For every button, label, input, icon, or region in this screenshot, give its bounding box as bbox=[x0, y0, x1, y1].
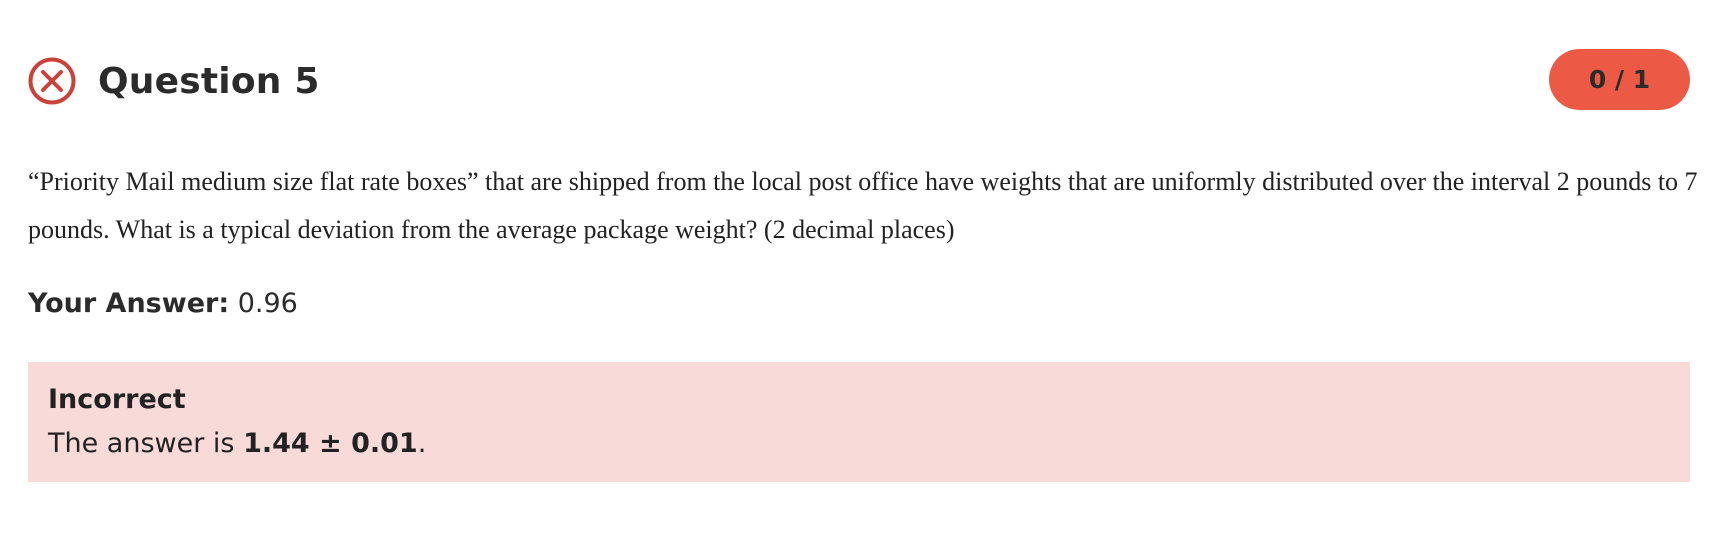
question-title: Question 5 bbox=[98, 60, 320, 102]
feedback-title: Incorrect bbox=[48, 384, 186, 415]
your-answer-label: Your Answer: bbox=[28, 288, 230, 319]
feedback-answer-line: The answer is 1.44 ± 0.01. bbox=[48, 428, 426, 459]
feedback-suffix: . bbox=[417, 428, 427, 459]
feedback-box: Incorrect The answer is 1.44 ± 0.01. bbox=[28, 362, 1690, 482]
x-circle-icon bbox=[28, 57, 76, 105]
correct-answer-value: 1.44 ± 0.01 bbox=[243, 428, 418, 459]
question-text: “Priority Mail medium size flat rate box… bbox=[28, 167, 1698, 244]
question-header: Question 5 bbox=[28, 56, 320, 106]
score-badge: 0 / 1 bbox=[1549, 49, 1690, 110]
your-answer: Your Answer: 0.96 bbox=[28, 288, 298, 319]
feedback-prefix: The answer is bbox=[48, 428, 244, 459]
your-answer-value: 0.96 bbox=[237, 288, 298, 319]
